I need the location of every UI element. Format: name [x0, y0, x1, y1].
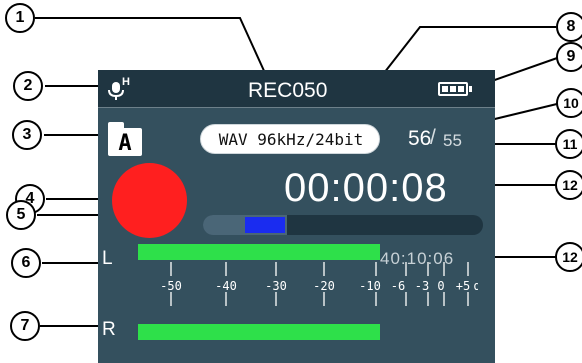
scale-label: -30 [265, 279, 287, 293]
folder-letter: A [118, 131, 132, 156]
scale-label: -50 [160, 279, 182, 293]
callout-badge-10: 10 [556, 88, 582, 118]
record-indicator-icon [112, 163, 187, 238]
scale-label: -20 [313, 279, 335, 293]
current-file-number: 56 [408, 127, 432, 150]
callout-badge-12: 12 [555, 170, 582, 200]
right-channel-label: R [102, 319, 116, 340]
battery-icon [438, 82, 468, 96]
scale-label: -6 [391, 279, 405, 293]
recording-file-name: REC050 [248, 79, 328, 102]
callout-badge-7: 7 [10, 311, 40, 341]
level-scale: -50-40-30-20-10-6-30+5db [160, 262, 478, 306]
left-level-meter [138, 244, 380, 260]
callout-badge-12: 12 [555, 242, 582, 272]
scale-label: +5 [456, 279, 470, 293]
format-label: WAV 96kHz/24bit [218, 130, 364, 149]
callout-badge-6: 6 [11, 248, 41, 278]
battery-tip [469, 86, 472, 92]
recorder-screen: H REC050 A WAV 96kHz/24bit 56 / 55 00:00… [98, 70, 495, 363]
format-badge: WAV 96kHz/24bit [200, 124, 380, 154]
callout-badge-11: 11 [555, 129, 582, 159]
scale-unit: db [474, 279, 478, 293]
scale-label: -3 [415, 279, 429, 293]
callout-badge-3: 3 [12, 120, 42, 150]
callout-badge-1: 1 [5, 3, 35, 33]
callout-badge-2: 2 [13, 71, 43, 101]
scale-label: 0 [437, 279, 444, 293]
total-file-count: 55 [443, 131, 462, 150]
left-channel-label: L [102, 248, 113, 269]
status-divider [98, 107, 495, 108]
scale-label: -40 [215, 279, 237, 293]
file-counter-separator: / [430, 126, 436, 149]
callout-badge-9: 9 [556, 42, 582, 72]
scale-label: -10 [359, 279, 381, 293]
right-level-meter [138, 324, 380, 340]
elapsed-time: 00:00:08 [284, 166, 448, 210]
callout-badge-8: 8 [556, 12, 582, 42]
mic-sensitivity: H [122, 76, 130, 88]
callout-badge-5: 5 [6, 200, 36, 230]
folder-icon: A [108, 122, 142, 156]
progress-bar [203, 215, 483, 235]
progress-position-marker [245, 217, 285, 233]
